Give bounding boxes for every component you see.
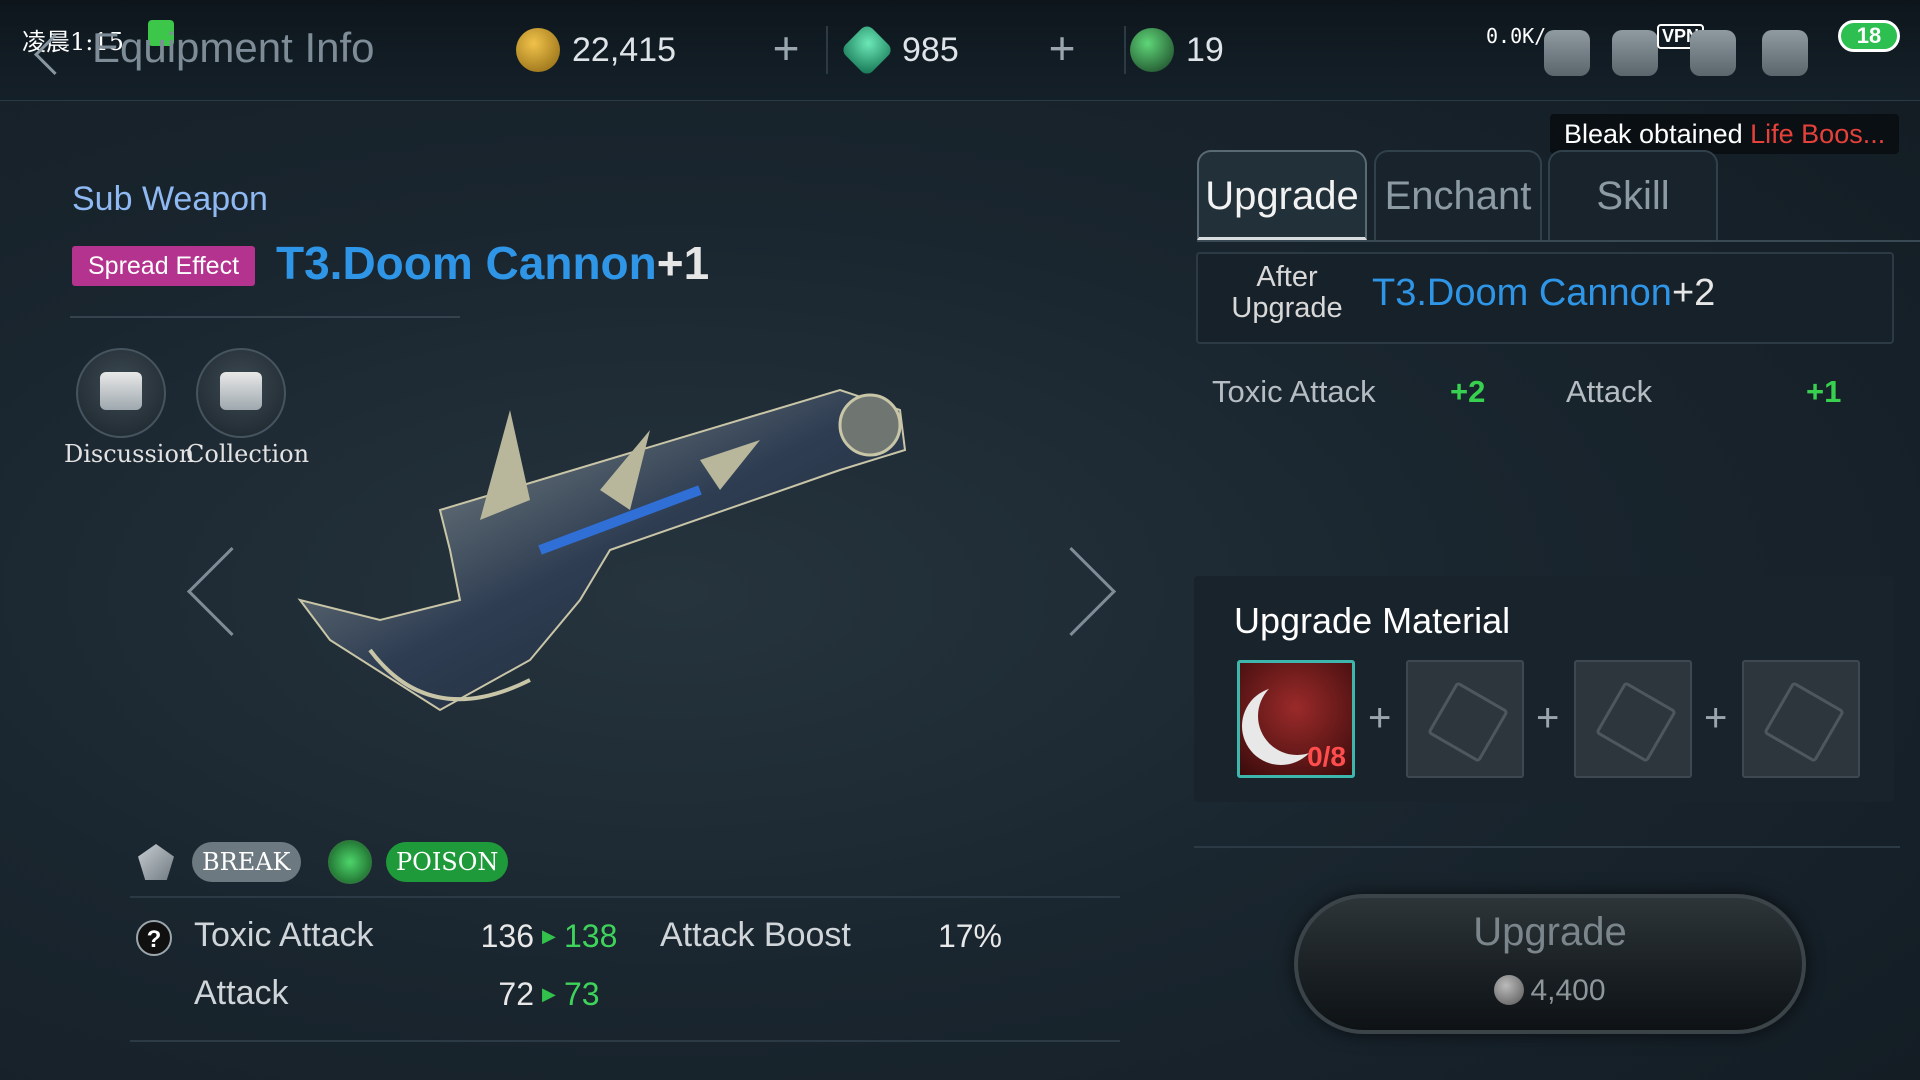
page-title: Equipment Info — [92, 24, 375, 71]
next-item-arrow-icon[interactable] — [1026, 546, 1117, 637]
tab-skill[interactable]: Skill — [1548, 150, 1718, 240]
attack-boost-label: Attack Boost — [660, 916, 851, 954]
gold-coin-icon — [516, 28, 560, 72]
gear-icon[interactable] — [1690, 30, 1736, 76]
stat-name: Attack — [194, 974, 289, 1012]
bell-icon[interactable] — [1544, 30, 1590, 76]
toast-text: Bleak obtained — [1564, 119, 1751, 149]
after-upgrade-label: After Upgrade — [1231, 261, 1343, 324]
cube-icon — [1427, 681, 1509, 763]
divider — [1197, 240, 1920, 242]
equipment-slot-label: Sub Weapon — [72, 180, 268, 218]
stat-current-value: 136 — [480, 918, 534, 954]
bonus-stat-value: +2 — [1450, 374, 1486, 409]
energy-amount: 19 — [1186, 30, 1224, 69]
divider — [1194, 846, 1900, 848]
home-icon[interactable] — [1762, 30, 1808, 76]
after-upgrade-level: +2 — [1671, 272, 1716, 314]
upgrade-material-title: Upgrade Material — [1234, 600, 1511, 641]
stat-name: Toxic Attack — [194, 916, 374, 954]
divider — [130, 1040, 1120, 1042]
gold-counter: 22,415 — [516, 28, 676, 72]
material-slot[interactable]: 0/8 — [1237, 660, 1355, 778]
battery-indicator: 18 — [1838, 20, 1900, 52]
attack-boost-value: 17% — [937, 918, 1002, 954]
mail-icon[interactable] — [1612, 30, 1658, 76]
cube-icon — [1763, 681, 1845, 763]
chat-bubbles-icon — [100, 372, 142, 410]
divider — [1124, 26, 1126, 74]
item-name: T3.Doom Cannon+1 — [276, 236, 709, 290]
poison-drop-icon — [328, 840, 372, 884]
divider — [70, 316, 460, 318]
poison-badge: POISON — [386, 842, 509, 882]
material-count: 0/8 — [1307, 741, 1346, 772]
bonus-stat-name: Toxic Attack — [1212, 374, 1376, 409]
tab-upgrade[interactable]: Upgrade — [1197, 150, 1367, 240]
silver-coin-icon — [1494, 975, 1525, 1005]
item-name-text: T3.Doom Cannon — [276, 237, 657, 289]
break-badge: BREAK — [192, 842, 301, 882]
increase-arrow-icon: ▶ — [542, 926, 556, 946]
empty-material-slot[interactable] — [1406, 660, 1524, 778]
tab-enchant[interactable]: Enchant — [1374, 150, 1542, 240]
upgrade-button-label: Upgrade — [1473, 910, 1627, 954]
item-level: +1 — [656, 237, 710, 289]
bonus-stat-name: Attack — [1566, 374, 1653, 409]
effect-badge: Spread Effect — [72, 246, 256, 286]
plus-icon: + — [1536, 696, 1560, 740]
stat-current-value: 72 — [498, 976, 534, 1012]
empty-material-slot[interactable] — [1742, 660, 1860, 778]
after-upgrade-name-text: T3.Doom Cannon — [1372, 272, 1672, 314]
upgrade-cost-value: 4,400 — [1530, 974, 1606, 1007]
add-gems-button[interactable]: + — [1042, 25, 1082, 71]
collection-button[interactable] — [196, 348, 286, 438]
gem-counter: 985 — [840, 23, 959, 77]
plus-icon: + — [1368, 696, 1392, 740]
gem-icon — [840, 23, 894, 77]
discussion-button[interactable] — [76, 348, 166, 438]
toast-item-name: Life Boos... — [1750, 119, 1886, 149]
upgrade-cost: 4,400 — [1294, 974, 1806, 1008]
divider — [826, 26, 828, 74]
divider — [130, 896, 1120, 898]
book-icon — [220, 372, 262, 410]
previous-item-arrow-icon[interactable] — [186, 546, 277, 637]
gem-amount: 985 — [902, 30, 959, 69]
discussion-label: Discussion — [64, 440, 195, 468]
gold-amount: 22,415 — [572, 30, 676, 69]
obtained-notification-toast: Bleak obtained Life Boos... — [1550, 114, 1900, 154]
energy-icon — [1130, 28, 1174, 72]
stat-new-value: 138 — [564, 918, 618, 954]
add-gold-button[interactable]: + — [766, 25, 806, 71]
bonus-stat-value: +1 — [1806, 374, 1842, 409]
help-icon[interactable]: ? — [136, 920, 172, 956]
stat-new-value: 73 — [564, 976, 600, 1012]
weapon-image — [297, 388, 907, 712]
plus-icon: + — [1704, 696, 1728, 740]
after-upgrade-item-name: T3.Doom Cannon+2 — [1372, 272, 1715, 315]
cube-icon — [1595, 681, 1677, 763]
energy-counter: 19 — [1130, 28, 1224, 72]
break-icon — [138, 844, 174, 880]
increase-arrow-icon: ▶ — [542, 984, 556, 1004]
empty-material-slot[interactable] — [1574, 660, 1692, 778]
